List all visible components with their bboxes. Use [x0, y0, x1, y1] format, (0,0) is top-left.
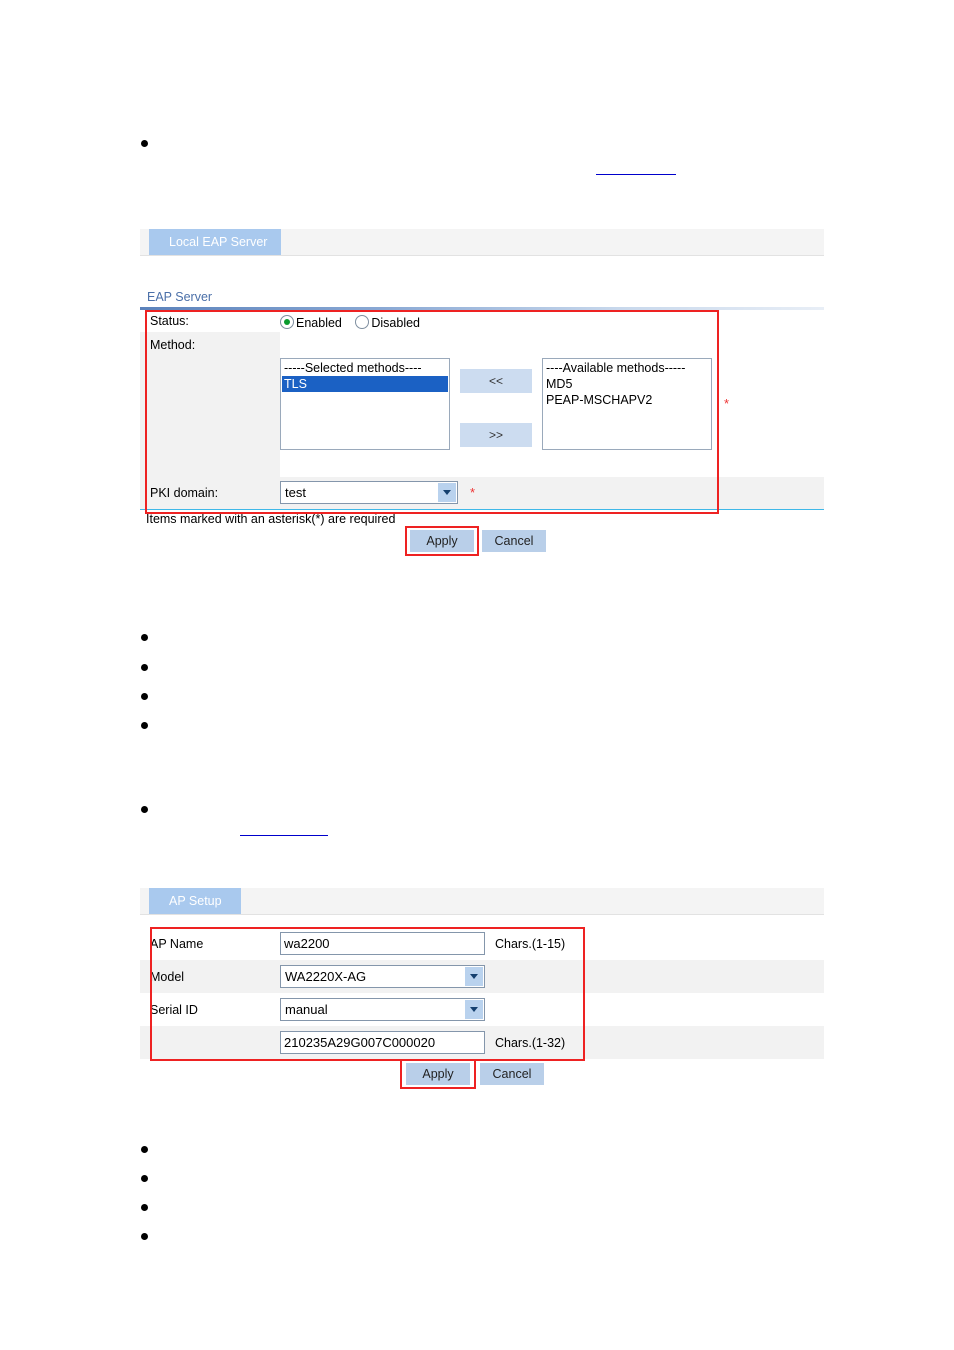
radio-enabled-icon[interactable]: [280, 314, 294, 329]
eap-form-table: Status: Enabled Disabled Method: -----Se…: [140, 310, 824, 509]
pki-domain-label: PKI domain:: [150, 486, 219, 500]
ap-button-row: Apply Cancel: [140, 1059, 824, 1089]
selected-methods-header: -----Selected methods----: [284, 360, 422, 375]
tab-ap-setup[interactable]: AP Setup: [149, 888, 241, 914]
cancel-button[interactable]: Cancel: [480, 1063, 544, 1085]
serial-id-label: Serial ID: [150, 1002, 198, 1017]
tabstrip: Local EAP Server: [140, 229, 824, 256]
section-title-eap-server: EAP Server: [147, 290, 213, 304]
ap-name-input[interactable]: [280, 932, 485, 955]
model-hint: [495, 960, 824, 993]
serial-number-hint: Chars.(1-32): [495, 1035, 566, 1050]
list-item: [141, 806, 148, 813]
eap-button-row: Apply Cancel: [140, 526, 824, 556]
tab-local-eap-server[interactable]: Local EAP Server: [149, 229, 282, 255]
chevron-down-icon[interactable]: [464, 1000, 483, 1019]
method-label: Method:: [140, 332, 280, 477]
move-left-button[interactable]: <<: [460, 368, 532, 393]
model-select-value: WA2220X-AG: [285, 969, 367, 984]
pki-domain-required-asterisk: *: [470, 485, 476, 500]
ap-setup-screenshot: AP Setup AP Name Chars.(1-15) Model WA22…: [140, 888, 824, 1089]
table-row: Chars.(1-32): [140, 1026, 824, 1059]
list-item: [141, 1175, 148, 1182]
serial-id-select-value: manual: [285, 1002, 328, 1017]
apply-button[interactable]: Apply: [406, 1063, 470, 1085]
serial-number-label: [140, 1026, 280, 1059]
selected-methods-option-tls[interactable]: TLS: [282, 375, 448, 392]
ap-name-hint: Chars.(1-15): [495, 936, 566, 951]
tabstrip: AP Setup: [140, 888, 824, 915]
available-methods-option-md5[interactable]: MD5: [544, 376, 710, 392]
transfer-buttons: << >>: [450, 358, 542, 450]
available-methods-header: ----Available methods-----: [546, 360, 686, 375]
method-transfer-area: -----Selected methods---- TLS << >> ----…: [280, 332, 824, 477]
radio-disabled[interactable]: Disabled: [355, 314, 430, 330]
chevron-down-icon[interactable]: [464, 967, 483, 986]
table-row: Serial ID manual: [140, 993, 824, 1026]
list-item: [141, 140, 148, 147]
table-row: AP Name Chars.(1-15): [140, 927, 824, 960]
model-label: Model: [150, 969, 185, 984]
status-row: Status: Enabled Disabled: [140, 310, 824, 332]
list-item: [141, 1233, 148, 1240]
available-methods-listbox[interactable]: ----Available methods----- MD5 PEAP-MSCH…: [542, 357, 712, 450]
ap-name-label: AP Name: [150, 936, 204, 951]
local-eap-server-screenshot: Local EAP Server EAP Server Status: Enab…: [140, 229, 824, 556]
list-item: [141, 693, 148, 700]
table-row: Model WA2220X-AG: [140, 960, 824, 993]
radio-disabled-icon[interactable]: [355, 314, 370, 329]
model-select[interactable]: WA2220X-AG: [280, 965, 485, 988]
list-item: [141, 1204, 148, 1211]
method-required-asterisk: *: [724, 396, 730, 411]
status-label: Status:: [150, 314, 189, 328]
eap-form: Status: Enabled Disabled Method: -----Se…: [140, 310, 824, 514]
chevron-down-icon[interactable]: [437, 483, 456, 502]
pki-domain-select[interactable]: test: [280, 481, 458, 504]
list-item: [141, 722, 148, 729]
method-row: Method: -----Selected methods---- TLS <<…: [140, 332, 824, 477]
radio-disabled-label: Disabled: [371, 315, 420, 330]
available-methods-option-peap[interactable]: PEAP-MSCHAPV2: [544, 392, 710, 408]
serial-number-input[interactable]: [280, 1031, 485, 1054]
ap-setup-form-table: AP Name Chars.(1-15) Model WA2220X-AG Se…: [140, 927, 824, 1059]
move-right-button[interactable]: >>: [460, 422, 532, 447]
serial-id-select[interactable]: manual: [280, 998, 485, 1021]
apply-button[interactable]: Apply: [410, 530, 474, 552]
radio-enabled-label: Enabled: [296, 315, 342, 330]
list-item: [141, 1146, 148, 1153]
hyperlink-underline[interactable]: [240, 835, 328, 836]
list-item: [141, 634, 148, 641]
pki-domain-select-value: test: [285, 485, 306, 500]
radio-enabled[interactable]: Enabled: [280, 314, 355, 330]
hyperlink-underline[interactable]: [596, 174, 676, 175]
available-methods-listbox-cell: ----Available methods----- MD5 PEAP-MSCH…: [542, 357, 712, 450]
selected-methods-listbox-cell: -----Selected methods---- TLS: [280, 357, 450, 450]
selected-methods-listbox[interactable]: -----Selected methods---- TLS: [280, 357, 450, 450]
pki-domain-row: PKI domain: test *: [140, 477, 824, 509]
list-item: [141, 664, 148, 671]
serial-id-hint: [495, 993, 824, 1026]
ap-setup-form: AP Name Chars.(1-15) Model WA2220X-AG Se…: [140, 927, 824, 1061]
cancel-button[interactable]: Cancel: [482, 530, 546, 552]
required-note: Items marked with an asterisk(*) are req…: [146, 512, 396, 526]
